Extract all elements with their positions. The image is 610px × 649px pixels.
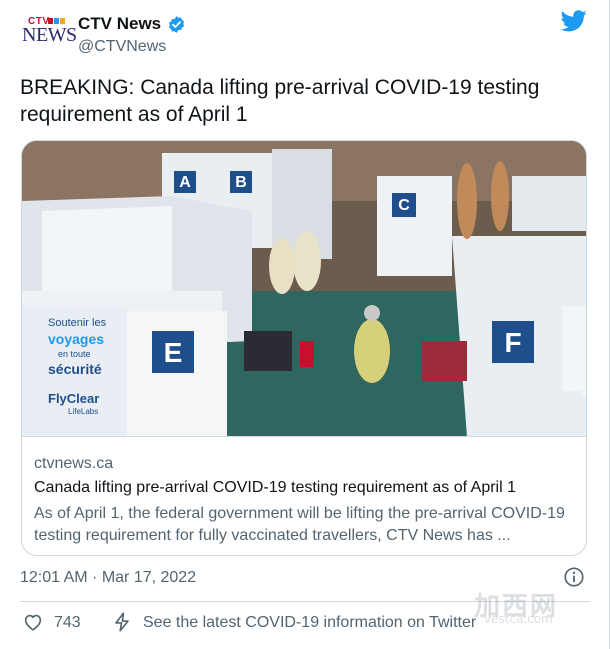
banner-line-1: Soutenir les xyxy=(48,317,107,329)
tweet-timestamp[interactable]: 12:01 AM · Mar 17, 2022 xyxy=(20,569,196,587)
card-image[interactable]: A B C E F Soutenir les voyages en toute … xyxy=(22,141,586,437)
booth-letter-f: F xyxy=(504,327,522,358)
banner-line-3: en toute xyxy=(58,349,91,359)
tweet-text: BREAKING: Canada lifting pre-arrival COV… xyxy=(20,76,540,126)
banner-line-4: sécurité xyxy=(48,361,102,377)
booth-letter-a: A xyxy=(179,174,191,191)
booth-letter-e: E xyxy=(163,337,183,368)
card-description: As of April 1, the federal government wi… xyxy=(34,505,565,544)
verified-badge-icon xyxy=(169,15,185,33)
author-display-name[interactable]: CTV News xyxy=(78,14,161,34)
link-card[interactable]: A B C E F Soutenir les voyages en toute … xyxy=(21,140,587,556)
watermark-url: vestca.com xyxy=(484,612,553,626)
booth-letter-c: C xyxy=(398,197,410,214)
twitter-bird-icon[interactable] xyxy=(561,10,587,32)
banner-line-5: FlyClear xyxy=(48,391,100,406)
booth-letter-b: B xyxy=(235,174,247,191)
logo-news-text: NEWS xyxy=(22,24,77,46)
banner-line-2: voyages xyxy=(48,331,105,347)
card-domain: ctvnews.ca xyxy=(34,455,114,472)
banner-line-6: LifeLabs xyxy=(68,407,99,416)
bolt-icon xyxy=(115,612,129,632)
card-title[interactable]: Canada lifting pre-arrival COVID-19 test… xyxy=(34,479,516,497)
covid-info-link[interactable]: See the latest COVID-19 information on T… xyxy=(143,614,476,632)
author-avatar-logo[interactable]: CTV NEWS xyxy=(22,16,77,50)
watermark: 加西网 vestca.com xyxy=(474,586,584,630)
tweet-container: CTV NEWS CTV News @CTVNews BREAKING: Can… xyxy=(0,0,610,649)
author-name-row: CTV News xyxy=(78,14,186,34)
heart-icon[interactable] xyxy=(22,611,44,633)
airport-testing-photo xyxy=(22,141,586,436)
author-handle[interactable]: @CTVNews xyxy=(78,38,166,56)
info-icon[interactable] xyxy=(563,566,585,588)
like-count[interactable]: 743 xyxy=(54,614,81,632)
